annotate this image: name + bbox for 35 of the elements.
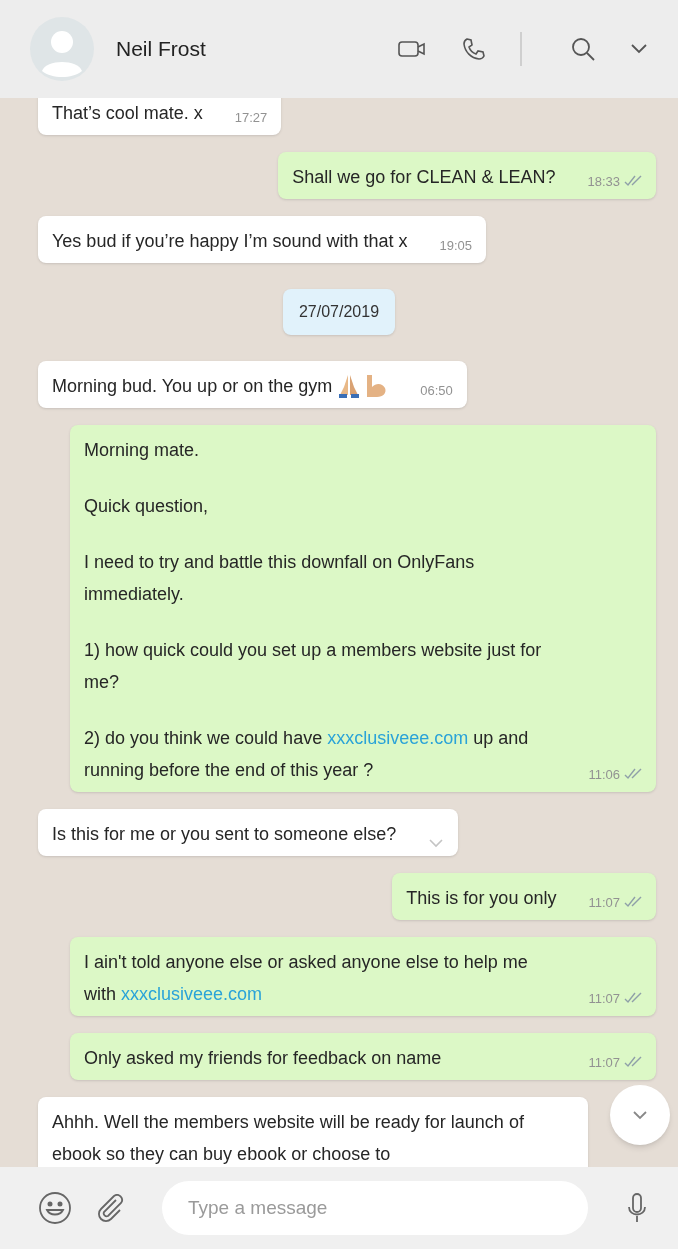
paperclip-icon[interactable] [96,1194,124,1222]
message-time: 11:07 [588,893,620,912]
message-text: Shall we go for CLEAN & LEAN? [292,166,556,189]
message-time: 17:27 [234,108,268,127]
message-text: Morning bud. You up or on the gym [52,375,333,398]
phone-icon[interactable] [462,37,486,61]
smiley-icon[interactable] [38,1191,72,1225]
microphone-icon[interactable] [626,1192,648,1224]
message-text: 2) do you think we could have xxxclusiveee.com up and running before the end of this year ? [84,727,530,782]
message-time: 11:06 [588,765,620,784]
message-time: 11:07 [588,989,620,1008]
message-text: I need to try and battle this downfall on OnlyFans immediately. [84,551,476,606]
message-text: Quick question, [84,495,209,518]
message-text: Yes bud if you’re happy I’m sound with that x [52,230,408,253]
website-link[interactable]: xxxclusiveee.com [121,984,263,1004]
message-text: I ain't told anyone else or asked anyone else to help me with xxxclusiveee.com [84,951,529,1006]
message-text: Ahhh. Well the members website will be ready for launch of ebook so they can buy ebook or choose to [52,1111,525,1166]
chevron-down-icon [632,1110,648,1120]
message-text: 1) how quick could you set up a members website just for me? [84,639,543,694]
date-chip: 27/07/2019 [282,289,396,335]
message-text: That’s cool mate. x [52,102,203,125]
chevron-down-icon[interactable] [630,43,648,55]
message-time: 19:05 [439,236,473,255]
message-input[interactable]: Type a message [162,1181,588,1235]
message-text: Morning mate. [84,439,200,462]
video-call-icon[interactable] [398,39,426,59]
message-time: 11:07 [588,1053,620,1072]
message-time: 06:50 [420,381,453,400]
website-link[interactable]: xxxclusiveee.com [327,728,469,748]
message-text: Only asked my friends for feedback on name [84,1047,442,1070]
contact-name[interactable]: Neil Frost [116,33,382,65]
message-text: Is this for me or you sent to someone else? [52,823,397,846]
search-icon[interactable] [570,36,596,62]
message-time: 18:33 [587,172,620,191]
message-text: This is for you only [406,887,557,910]
